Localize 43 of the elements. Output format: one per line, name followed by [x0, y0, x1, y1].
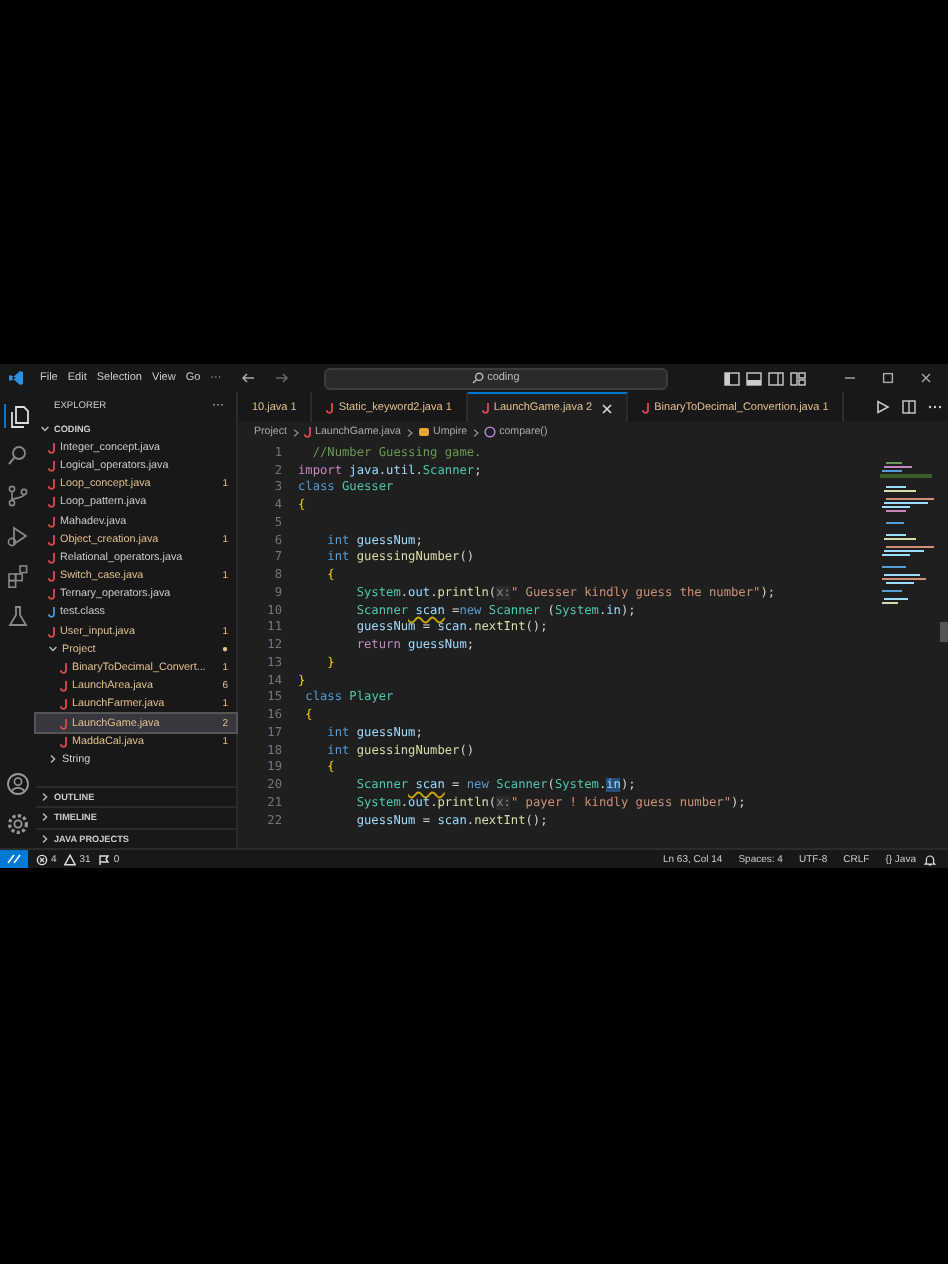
class-file-icon — [48, 606, 56, 619]
remote-button[interactable] — [0, 850, 28, 868]
toggle-secondary-sidebar-icon[interactable] — [768, 371, 784, 385]
toggle-sidebar-icon[interactable] — [724, 371, 740, 385]
java-file-icon — [326, 401, 335, 413]
bell-icon[interactable] — [924, 853, 936, 865]
java-file-icon — [303, 426, 311, 438]
source-control-icon[interactable] — [6, 484, 30, 508]
chevron-right-icon[interactable] — [48, 754, 58, 765]
java-file-icon — [48, 625, 56, 638]
split-editor-icon[interactable] — [902, 400, 916, 414]
toggle-panel-icon[interactable] — [746, 371, 762, 385]
more-icon[interactable] — [928, 400, 942, 414]
files-icon[interactable] — [4, 404, 32, 428]
customize-layout-icon[interactable] — [790, 371, 806, 385]
extensions-icon[interactable] — [6, 564, 30, 588]
chevron-down-icon[interactable] — [48, 644, 58, 655]
flag-icon — [98, 853, 111, 865]
app-logo-icon — [8, 370, 24, 386]
flask-icon[interactable] — [6, 604, 30, 628]
class-icon — [417, 426, 429, 438]
java-file-icon — [642, 401, 651, 413]
search-icon — [471, 372, 484, 384]
chevron-right-icon — [405, 427, 413, 437]
settings-icon[interactable] — [6, 812, 30, 836]
account-icon[interactable] — [6, 772, 30, 796]
warning-icon — [64, 853, 77, 865]
close-icon[interactable] — [920, 372, 932, 384]
back-arrow-icon[interactable] — [239, 372, 256, 384]
java-file-icon — [481, 402, 490, 414]
minimap-drawing[interactable] — [880, 458, 936, 610]
forward-arrow-icon[interactable] — [273, 372, 290, 384]
search-icon[interactable] — [6, 444, 30, 468]
maximize-icon[interactable] — [882, 372, 894, 384]
chevron-right-icon — [471, 427, 480, 437]
run-icon[interactable] — [876, 400, 890, 414]
error-icon — [36, 853, 48, 865]
chevron-down-icon[interactable] — [40, 424, 50, 435]
scrollbar[interactable] — [940, 622, 948, 642]
chevron-right-icon — [291, 427, 299, 437]
minimize-icon[interactable] — [844, 372, 856, 384]
run-debug-icon[interactable] — [6, 524, 30, 548]
method-icon — [483, 426, 496, 438]
